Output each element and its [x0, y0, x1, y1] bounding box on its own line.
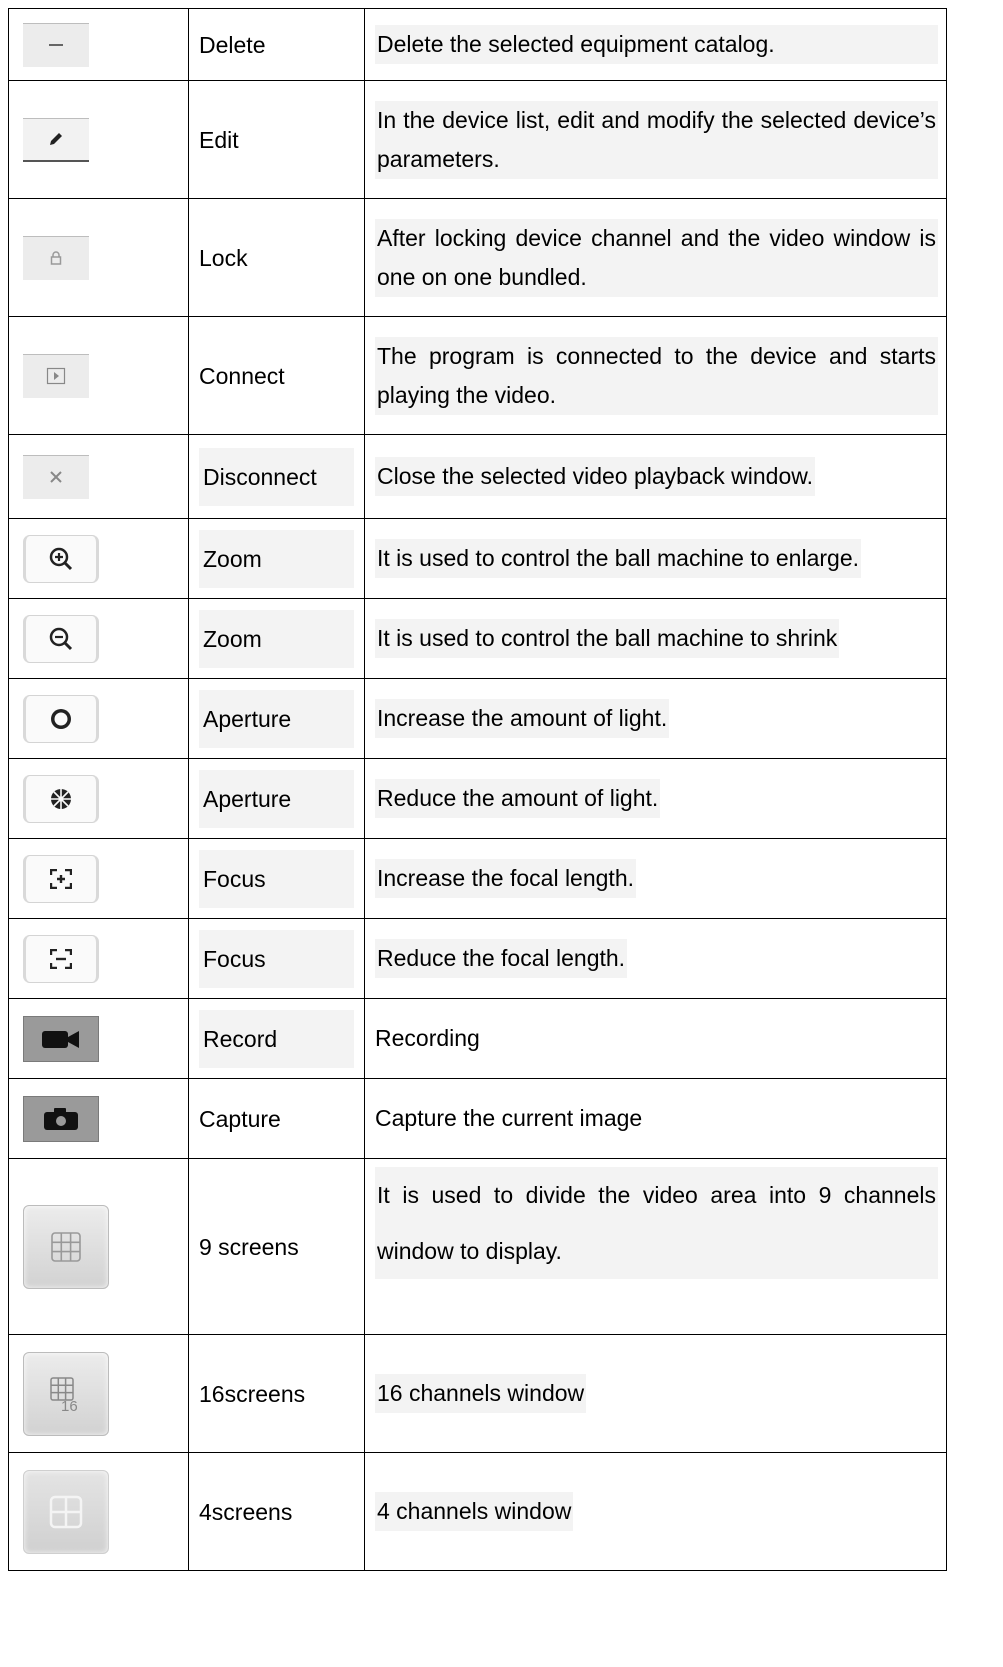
- row-name: Capture: [199, 1105, 281, 1132]
- zoom-in-button[interactable]: [23, 534, 99, 583]
- disconnect-button[interactable]: [23, 454, 89, 499]
- table-row: Disconnect Close the selected video play…: [8, 434, 947, 519]
- aperture-closed-icon: [51, 788, 71, 809]
- table-row: Aperture Reduce the amount of light.: [8, 758, 947, 839]
- zoom-out-button[interactable]: [23, 614, 99, 663]
- camera-icon: [44, 1107, 78, 1130]
- row-name: 4screens: [199, 1498, 293, 1525]
- aperture-open-icon: [51, 708, 71, 729]
- row-description: Delete the selected equipment catalog.: [375, 25, 938, 64]
- row-name: Zoom: [199, 529, 354, 588]
- row-description: Increase the amount of light.: [375, 699, 670, 738]
- table-row: Connect The program is connected to the …: [8, 316, 947, 435]
- lock-button[interactable]: [23, 235, 89, 280]
- grid-4-icon: [49, 1495, 83, 1528]
- row-description: Increase the focal length.: [375, 859, 636, 898]
- table-row: Delete Delete the selected equipment cat…: [8, 8, 947, 81]
- row-description: 4 channels window: [375, 1492, 574, 1531]
- grid-9-icon: [51, 1231, 81, 1262]
- table-row: 9 screens It is used to divide the video…: [8, 1158, 947, 1335]
- video-camera-icon: [42, 1030, 79, 1048]
- pencil-icon: [50, 133, 62, 145]
- table-row: Zoom It is used to control the ball mach…: [8, 598, 947, 679]
- row-name: Aperture: [199, 769, 354, 828]
- row-description: Capture the current image: [375, 1105, 643, 1131]
- sixteen-screens-button[interactable]: 16: [23, 1351, 109, 1436]
- table-row: 16 16screens 16 channels window: [8, 1334, 947, 1453]
- table-row: Zoom It is used to control the ball mach…: [8, 518, 947, 599]
- table-row: Capture Capture the current image: [8, 1078, 947, 1159]
- focus-increase-button[interactable]: [23, 854, 99, 903]
- row-description: Reduce the amount of light.: [375, 779, 661, 818]
- table-row: 4screens 4 channels window: [8, 1452, 947, 1571]
- table-row: Focus Increase the focal length.: [8, 838, 947, 919]
- four-screens-button[interactable]: [23, 1469, 109, 1554]
- table-row: Aperture Increase the amount of light.: [8, 678, 947, 759]
- row-name: Disconnect: [199, 447, 354, 506]
- row-name: Focus: [199, 929, 354, 988]
- row-name: Zoom: [199, 609, 354, 668]
- button-reference-table: Delete Delete the selected equipment cat…: [8, 8, 947, 1571]
- aperture-closed-button[interactable]: [23, 774, 99, 823]
- row-description: It is used to control the ball machine t…: [375, 619, 840, 658]
- row-name: Aperture: [199, 689, 354, 748]
- capture-button[interactable]: [23, 1095, 99, 1142]
- play-icon: [46, 367, 66, 385]
- record-button[interactable]: [23, 1015, 99, 1062]
- zoom-in-icon: [49, 547, 73, 570]
- zoom-out-icon: [49, 627, 73, 650]
- row-name: Edit: [199, 126, 239, 153]
- focus-minus-icon: [50, 948, 72, 969]
- focus-plus-icon: [50, 868, 72, 889]
- row-description: Recording: [375, 1025, 480, 1051]
- table-row: Record Recording: [8, 998, 947, 1079]
- row-description: Close the selected video playback window…: [375, 457, 815, 496]
- row-name: Lock: [199, 244, 248, 271]
- delete-button[interactable]: [23, 22, 89, 67]
- minus-icon: [49, 44, 63, 46]
- row-description: It is used to divide the video area into…: [375, 1167, 938, 1279]
- row-description: 16 channels window: [375, 1374, 587, 1413]
- row-name: Delete: [199, 31, 266, 58]
- row-name: Connect: [199, 362, 285, 389]
- grid-16-icon: 16: [50, 1376, 78, 1414]
- nine-screens-button[interactable]: [23, 1204, 109, 1289]
- row-name: Focus: [199, 849, 354, 908]
- connect-button[interactable]: [23, 353, 89, 398]
- table-row: Edit In the device list, edit and modify…: [8, 80, 947, 199]
- row-name: 16screens: [199, 1380, 306, 1407]
- row-name: 9 screens: [199, 1233, 299, 1260]
- grid-16-label: 16: [61, 1398, 78, 1414]
- lock-icon: [50, 251, 62, 265]
- row-name: Record: [199, 1009, 354, 1068]
- row-description: After locking device channel and the vid…: [375, 218, 938, 297]
- row-description: In the device list, edit and modify the …: [375, 100, 938, 179]
- edit-button[interactable]: [23, 117, 89, 162]
- close-icon: [50, 471, 62, 483]
- row-description: It is used to control the ball machine t…: [375, 539, 862, 578]
- focus-decrease-button[interactable]: [23, 934, 99, 983]
- row-description: The program is connected to the device a…: [375, 336, 938, 415]
- table-row: Lock After locking device channel and th…: [8, 198, 947, 317]
- row-description: Reduce the focal length.: [375, 939, 628, 978]
- aperture-open-button[interactable]: [23, 694, 99, 743]
- table-row: Focus Reduce the focal length.: [8, 918, 947, 999]
